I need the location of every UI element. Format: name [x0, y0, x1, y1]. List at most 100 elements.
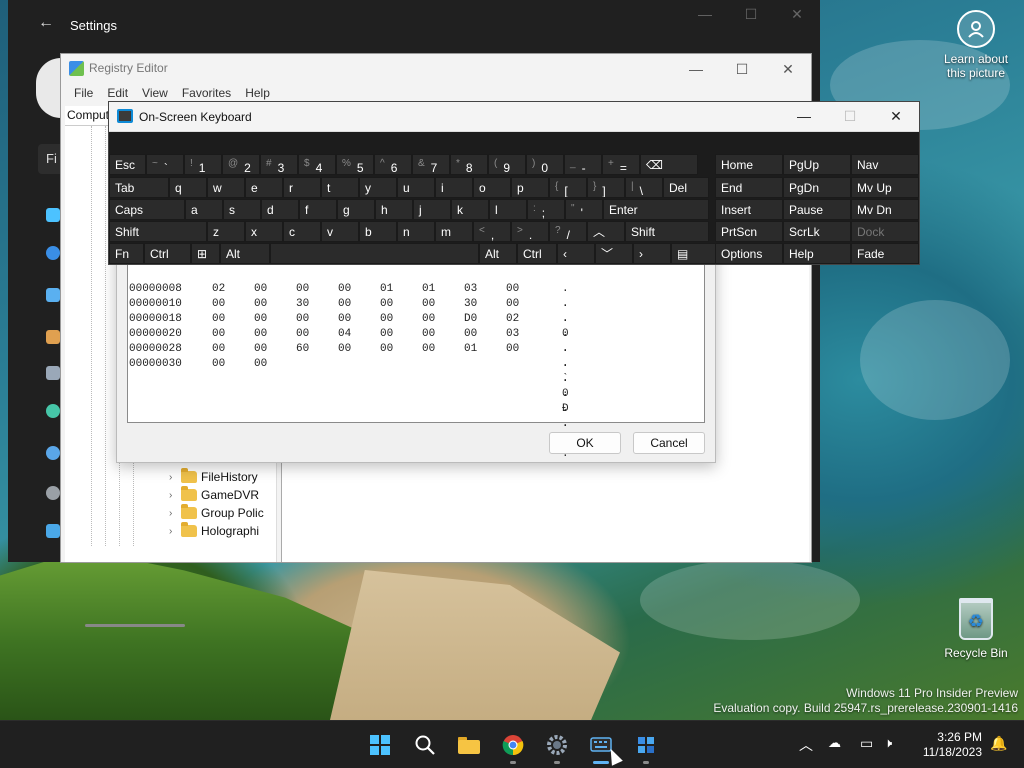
accounts-icon[interactable]: [46, 404, 60, 418]
hex-byte[interactable]: 03: [464, 282, 477, 297]
key-c[interactable]: c: [283, 221, 321, 242]
hex-byte[interactable]: 00: [296, 282, 309, 297]
menu-edit[interactable]: Edit: [100, 86, 135, 100]
onedrive-offline-icon[interactable]: ☁: [828, 735, 841, 751]
hex-byte[interactable]: 00: [422, 312, 435, 327]
key-l[interactable]: l: [489, 199, 527, 220]
hex-byte[interactable]: 00: [338, 312, 351, 327]
chevron-right-icon[interactable]: ›: [169, 508, 177, 519]
hex-byte[interactable]: 00: [254, 312, 267, 327]
minimize-icon[interactable]: —: [673, 56, 719, 82]
hex-byte[interactable]: 00: [380, 297, 393, 312]
key-e[interactable]: e: [245, 177, 283, 198]
menu-file[interactable]: File: [67, 86, 100, 100]
key-6[interactable]: ^ 6: [374, 154, 412, 175]
key-tab[interactable]: Tab: [109, 177, 169, 198]
hex-byte[interactable]: 03: [506, 327, 519, 342]
key-0[interactable]: ) 0: [526, 154, 564, 175]
volume-muted-icon[interactable]: 🕨: [884, 735, 892, 751]
minimize-icon[interactable]: —: [781, 102, 827, 130]
hex-byte[interactable]: 00: [254, 282, 267, 297]
close-icon[interactable]: ✕: [873, 102, 919, 130]
key-up[interactable]: ︿: [587, 221, 625, 242]
tree-item-holographic[interactable]: › Holographi: [169, 522, 259, 540]
hex-byte[interactable]: 00: [212, 297, 225, 312]
key-v[interactable]: v: [321, 221, 359, 242]
key-comma[interactable]: <,: [473, 221, 511, 242]
key-q[interactable]: q: [169, 177, 207, 198]
key-p[interactable]: p: [511, 177, 549, 198]
hex-byte[interactable]: 02: [212, 282, 225, 297]
close-icon[interactable]: ✕: [765, 56, 811, 82]
key-semicolon[interactable]: :;: [527, 199, 565, 220]
key-mv-dn[interactable]: Mv Dn: [851, 199, 919, 220]
file-explorer-icon[interactable]: [457, 733, 481, 757]
hex-byte[interactable]: 00: [506, 282, 519, 297]
hex-byte[interactable]: 00: [254, 357, 267, 372]
key-end[interactable]: End: [715, 177, 783, 198]
key-1[interactable]: ! 1: [184, 154, 222, 175]
key-equals[interactable]: + =: [602, 154, 640, 175]
chevron-right-icon[interactable]: ›: [169, 472, 177, 483]
network-icon[interactable]: ▭: [860, 735, 873, 752]
key-insert[interactable]: Insert: [715, 199, 783, 220]
hex-byte[interactable]: 00: [254, 342, 267, 357]
tree-item-gamedvr[interactable]: › GameDVR: [169, 486, 259, 504]
bluetooth-icon[interactable]: [46, 246, 60, 260]
maximize-icon[interactable]: ☐: [728, 6, 774, 23]
key-minus[interactable]: _ -: [564, 154, 602, 175]
gaming-icon[interactable]: [46, 486, 60, 500]
settings-gear-icon[interactable]: [545, 733, 569, 757]
key-nav[interactable]: Nav: [851, 154, 919, 175]
chevron-right-icon[interactable]: ›: [169, 526, 177, 537]
search-icon[interactable]: [413, 733, 437, 757]
key-lbracket[interactable]: {[: [549, 177, 587, 198]
key-left[interactable]: ‹: [557, 243, 595, 264]
accessibility-icon[interactable]: [46, 524, 60, 538]
hex-byte[interactable]: 00: [212, 357, 225, 372]
registry-editor-taskbar-icon[interactable]: [634, 733, 658, 757]
hex-byte[interactable]: 00: [338, 282, 351, 297]
key-8[interactable]: * 8: [450, 154, 488, 175]
hex-byte[interactable]: 00: [212, 312, 225, 327]
learn-about-picture-shortcut[interactable]: Learn about this picture: [940, 10, 1012, 80]
on-screen-keyboard-window[interactable]: On-Screen Keyboard — ☐ ✕ Esc ~ `! 1 @2 #3 $4% 5…: [108, 101, 920, 265]
key-g[interactable]: g: [337, 199, 375, 220]
hex-byte[interactable]: 01: [422, 282, 435, 297]
notification-bell-icon[interactable]: 🔔: [990, 735, 1007, 752]
taskbar-clock[interactable]: 3:26 PM 11/18/2023: [923, 730, 982, 760]
key-fade[interactable]: Fade: [851, 243, 919, 264]
hex-byte[interactable]: 00: [506, 342, 519, 357]
minimize-icon[interactable]: —: [682, 6, 728, 23]
hex-byte[interactable]: 00: [296, 312, 309, 327]
hex-byte[interactable]: 00: [380, 312, 393, 327]
key-options[interactable]: Options: [715, 243, 783, 264]
key-x[interactable]: x: [245, 221, 283, 242]
key-prtscn[interactable]: PrtScn: [715, 221, 783, 242]
tree-item-filehistory[interactable]: › FileHistory: [169, 468, 258, 486]
key-5[interactable]: % 5: [336, 154, 374, 175]
key-scrlk[interactable]: ScrLk: [783, 221, 851, 242]
key-rshift[interactable]: Shift: [625, 221, 709, 242]
key-pause[interactable]: Pause: [783, 199, 851, 220]
hex-byte[interactable]: 00: [212, 327, 225, 342]
key-n[interactable]: n: [397, 221, 435, 242]
system-icon[interactable]: [46, 208, 60, 222]
key-y[interactable]: y: [359, 177, 397, 198]
close-icon[interactable]: ✕: [774, 6, 820, 23]
personalization-icon[interactable]: [46, 330, 60, 344]
hex-byte[interactable]: 00: [380, 327, 393, 342]
key-f[interactable]: f: [299, 199, 337, 220]
hex-byte[interactable]: 00: [338, 297, 351, 312]
hex-byte[interactable]: 00: [254, 297, 267, 312]
key-pgup[interactable]: PgUp: [783, 154, 851, 175]
key-i[interactable]: i: [435, 177, 473, 198]
key-lalt[interactable]: Alt: [220, 243, 270, 264]
key-rctrl[interactable]: Ctrl: [517, 243, 557, 264]
key-o[interactable]: o: [473, 177, 511, 198]
tree-item-group-policy[interactable]: › Group Polic: [169, 504, 264, 522]
key-s[interactable]: s: [223, 199, 261, 220]
key-u[interactable]: u: [397, 177, 435, 198]
key-7[interactable]: & 7: [412, 154, 450, 175]
key-slash[interactable]: ? /: [549, 221, 587, 242]
